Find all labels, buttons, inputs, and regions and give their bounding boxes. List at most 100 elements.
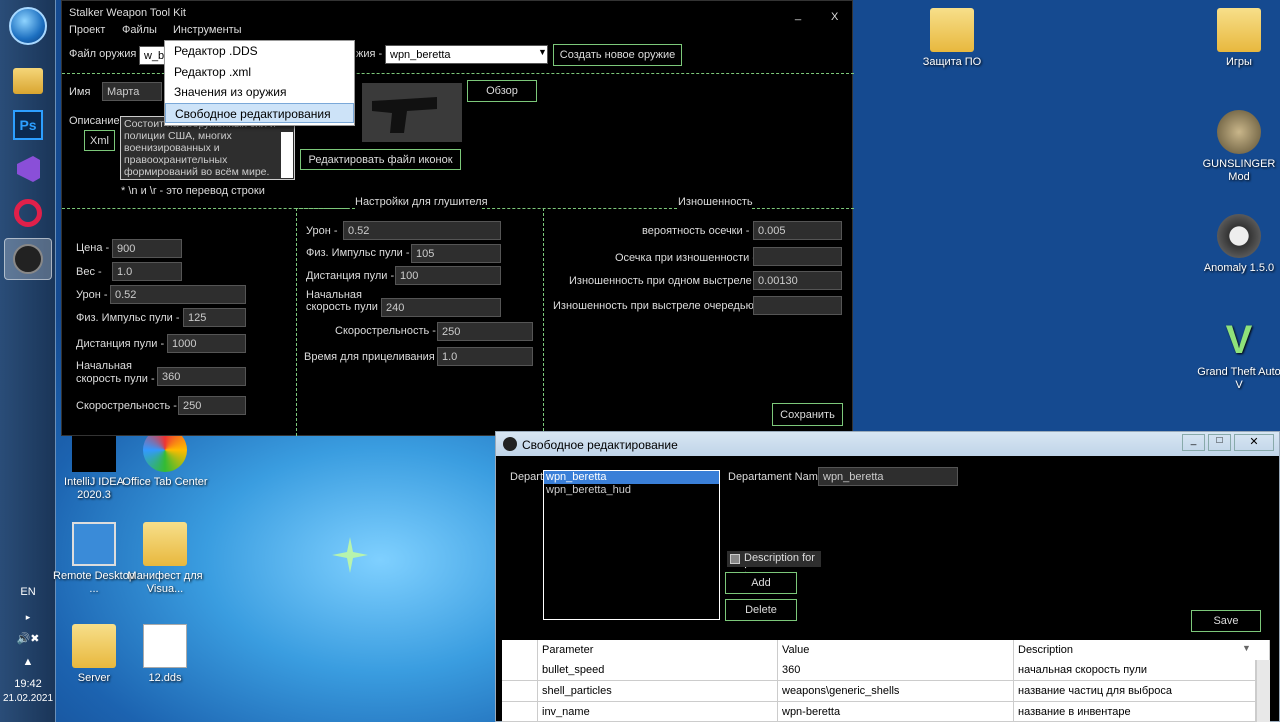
department-name-label: Departament Name- <box>728 471 828 483</box>
table-cell[interactable]: название в инвентаре <box>1014 702 1256 722</box>
weapon-select-label: жия - <box>356 48 383 60</box>
photoshop-taskbar-icon[interactable]: Ps <box>4 104 52 146</box>
sil-damage-field[interactable]: 0.52 <box>343 221 501 240</box>
table-cell[interactable]: начальная скорость пули <box>1014 660 1256 681</box>
grid-corner <box>502 640 538 660</box>
close-button[interactable]: X <box>831 11 838 23</box>
department-list[interactable]: wpn_beretta wpn_beretta_hud <box>543 470 720 620</box>
misfire-wear-field[interactable] <box>753 247 842 266</box>
desktop-icon-officetab[interactable]: Office Tab Center <box>120 428 210 489</box>
wear-burst-field[interactable] <box>753 296 842 315</box>
sil-rof-label: Скорострельность - <box>335 325 436 337</box>
delete-button[interactable]: Delete <box>725 599 797 621</box>
table-cell[interactable]: wpn-beretta <box>778 702 1014 722</box>
damage-field[interactable]: 0.52 <box>110 285 246 304</box>
explorer-taskbar-icon[interactable] <box>4 60 52 102</box>
list-item[interactable]: wpn_beretta <box>544 471 719 484</box>
sil-speed-field[interactable]: 240 <box>381 298 501 317</box>
weapon-select[interactable]: wpn_beretta <box>385 45 548 64</box>
aim-time-field[interactable]: 1.0 <box>437 347 533 366</box>
desktop-icon-games[interactable]: Игры <box>1194 8 1280 69</box>
row-header[interactable] <box>502 660 538 681</box>
weapon-file-label: Файл оружия <box>69 48 137 60</box>
clock-date[interactable]: 21.02.2021 <box>0 693 56 704</box>
table-cell[interactable]: weapons\generic_shells <box>778 681 1014 702</box>
anomaly-icon <box>1217 214 1261 258</box>
minimize-icon[interactable]: _ <box>1182 434 1205 451</box>
save-button[interactable]: Сохранить <box>772 403 843 426</box>
row-header[interactable] <box>502 681 538 702</box>
column-header-description[interactable]: Description <box>1014 640 1270 660</box>
weight-field[interactable]: 1.0 <box>112 262 182 281</box>
impulse-label: Физ. Импульс пули - <box>76 312 180 324</box>
desktop-icon-manifest[interactable]: Манифест для Visua... <box>120 522 210 596</box>
edit-icons-button[interactable]: Редактировать файл иконок <box>300 149 461 170</box>
misfire-prob-field[interactable]: 0.005 <box>753 221 842 240</box>
newline-hint: * \n и \r - это перевод строки <box>121 185 265 197</box>
menu-item-free-edit[interactable]: Свободное редактирования <box>165 102 354 123</box>
desktop-icon-zaschita[interactable]: Защита ПО <box>907 8 997 69</box>
table-cell[interactable]: bullet_speed <box>538 660 778 681</box>
list-item[interactable]: wpn_beretta_hud <box>544 484 719 497</box>
table-cell[interactable]: 360 <box>778 660 1014 681</box>
description-scrollbar[interactable] <box>281 132 293 178</box>
tray-expand-icon[interactable]: ▸ <box>0 612 56 623</box>
wear-single-field[interactable]: 0.00130 <box>753 271 842 290</box>
price-field[interactable]: 900 <box>112 239 182 258</box>
wear-burst-label: Изношенность при выстреле очередью - <box>553 300 761 312</box>
desktop-icon-anomaly[interactable]: Anomaly 1.5.0 <box>1194 214 1280 275</box>
visual-studio-taskbar-icon[interactable] <box>4 148 52 190</box>
table-cell[interactable]: название частиц для выброса <box>1014 681 1256 702</box>
create-weapon-button[interactable]: Создать новое оружие <box>553 44 682 66</box>
browse-button[interactable]: Обзор <box>467 80 537 102</box>
divider-mid-r <box>482 208 677 209</box>
maximize-icon[interactable]: □ <box>1208 434 1231 451</box>
free-edit-title: Свободное редактирование <box>522 438 678 452</box>
add-button[interactable]: Add <box>725 572 797 594</box>
xml-button[interactable]: Xml <box>84 130 115 151</box>
column-header-parameter[interactable]: Parameter <box>538 640 778 660</box>
language-indicator[interactable]: EN <box>0 586 56 598</box>
chevron-down-icon: ▼ <box>1242 643 1251 653</box>
sil-speed-label: Начальная скорость пули - <box>306 289 385 313</box>
impulse-field[interactable]: 125 <box>183 308 246 327</box>
desktop-icon-gunslinger[interactable]: GUNSLINGER Mod <box>1194 110 1280 184</box>
grid-scrollbar[interactable] <box>1256 660 1270 722</box>
aim-time-label: Время для прицеливания - <box>304 351 442 363</box>
menu-item-dds-editor[interactable]: Редактор .DDS <box>165 41 354 62</box>
description-checkbox[interactable] <box>730 554 740 564</box>
distance-field[interactable]: 1000 <box>167 334 246 353</box>
clock-time[interactable]: 19:42 <box>0 678 56 690</box>
rof-field[interactable]: 250 <box>178 396 246 415</box>
desktop-icon-dds[interactable]: 12.dds <box>120 624 210 685</box>
menu-files[interactable]: Файлы <box>122 24 157 36</box>
table-cell[interactable]: inv_name <box>538 702 778 722</box>
menu-item-weapon-values[interactable]: Значения из оружия <box>165 82 354 103</box>
weapon-tool-taskbar-icon[interactable] <box>4 238 52 280</box>
column-header-value[interactable]: Value <box>778 640 1014 660</box>
name-label: Имя <box>69 86 91 98</box>
row-header[interactable] <box>502 702 538 722</box>
menu-tools[interactable]: Инструменты <box>173 24 242 36</box>
menu-item-xml-editor[interactable]: Редактор .xml <box>165 62 354 83</box>
save-button[interactable]: Save <box>1191 610 1261 632</box>
sil-impulse-field[interactable]: 105 <box>411 244 501 263</box>
opera-taskbar-icon[interactable] <box>4 192 52 234</box>
name-field[interactable]: Марта <box>102 82 162 101</box>
volume-icon[interactable]: 🔊✖ <box>0 632 56 645</box>
menu-project[interactable]: Проект <box>69 24 105 36</box>
wear-single-label: Изношенность при одном выстреле - <box>569 275 759 287</box>
speed-field[interactable]: 360 <box>157 367 246 386</box>
close-icon[interactable]: ✕ <box>1234 434 1274 451</box>
sil-distance-field[interactable]: 100 <box>395 266 501 285</box>
desktop-icon-gta[interactable]: V Grand Theft Auto V <box>1194 318 1280 392</box>
sil-rof-field[interactable]: 250 <box>437 322 533 341</box>
description-checkbox-row[interactable]: Description for ; <box>727 551 821 576</box>
minimize-button[interactable]: _ <box>795 9 801 21</box>
start-button[interactable] <box>9 7 47 45</box>
price-label: Цена - <box>76 242 110 254</box>
divider-vertical-1 <box>296 208 297 436</box>
network-icon[interactable]: ▲ <box>0 656 56 668</box>
department-name-field[interactable]: wpn_beretta <box>818 467 958 486</box>
table-cell[interactable]: shell_particles <box>538 681 778 702</box>
